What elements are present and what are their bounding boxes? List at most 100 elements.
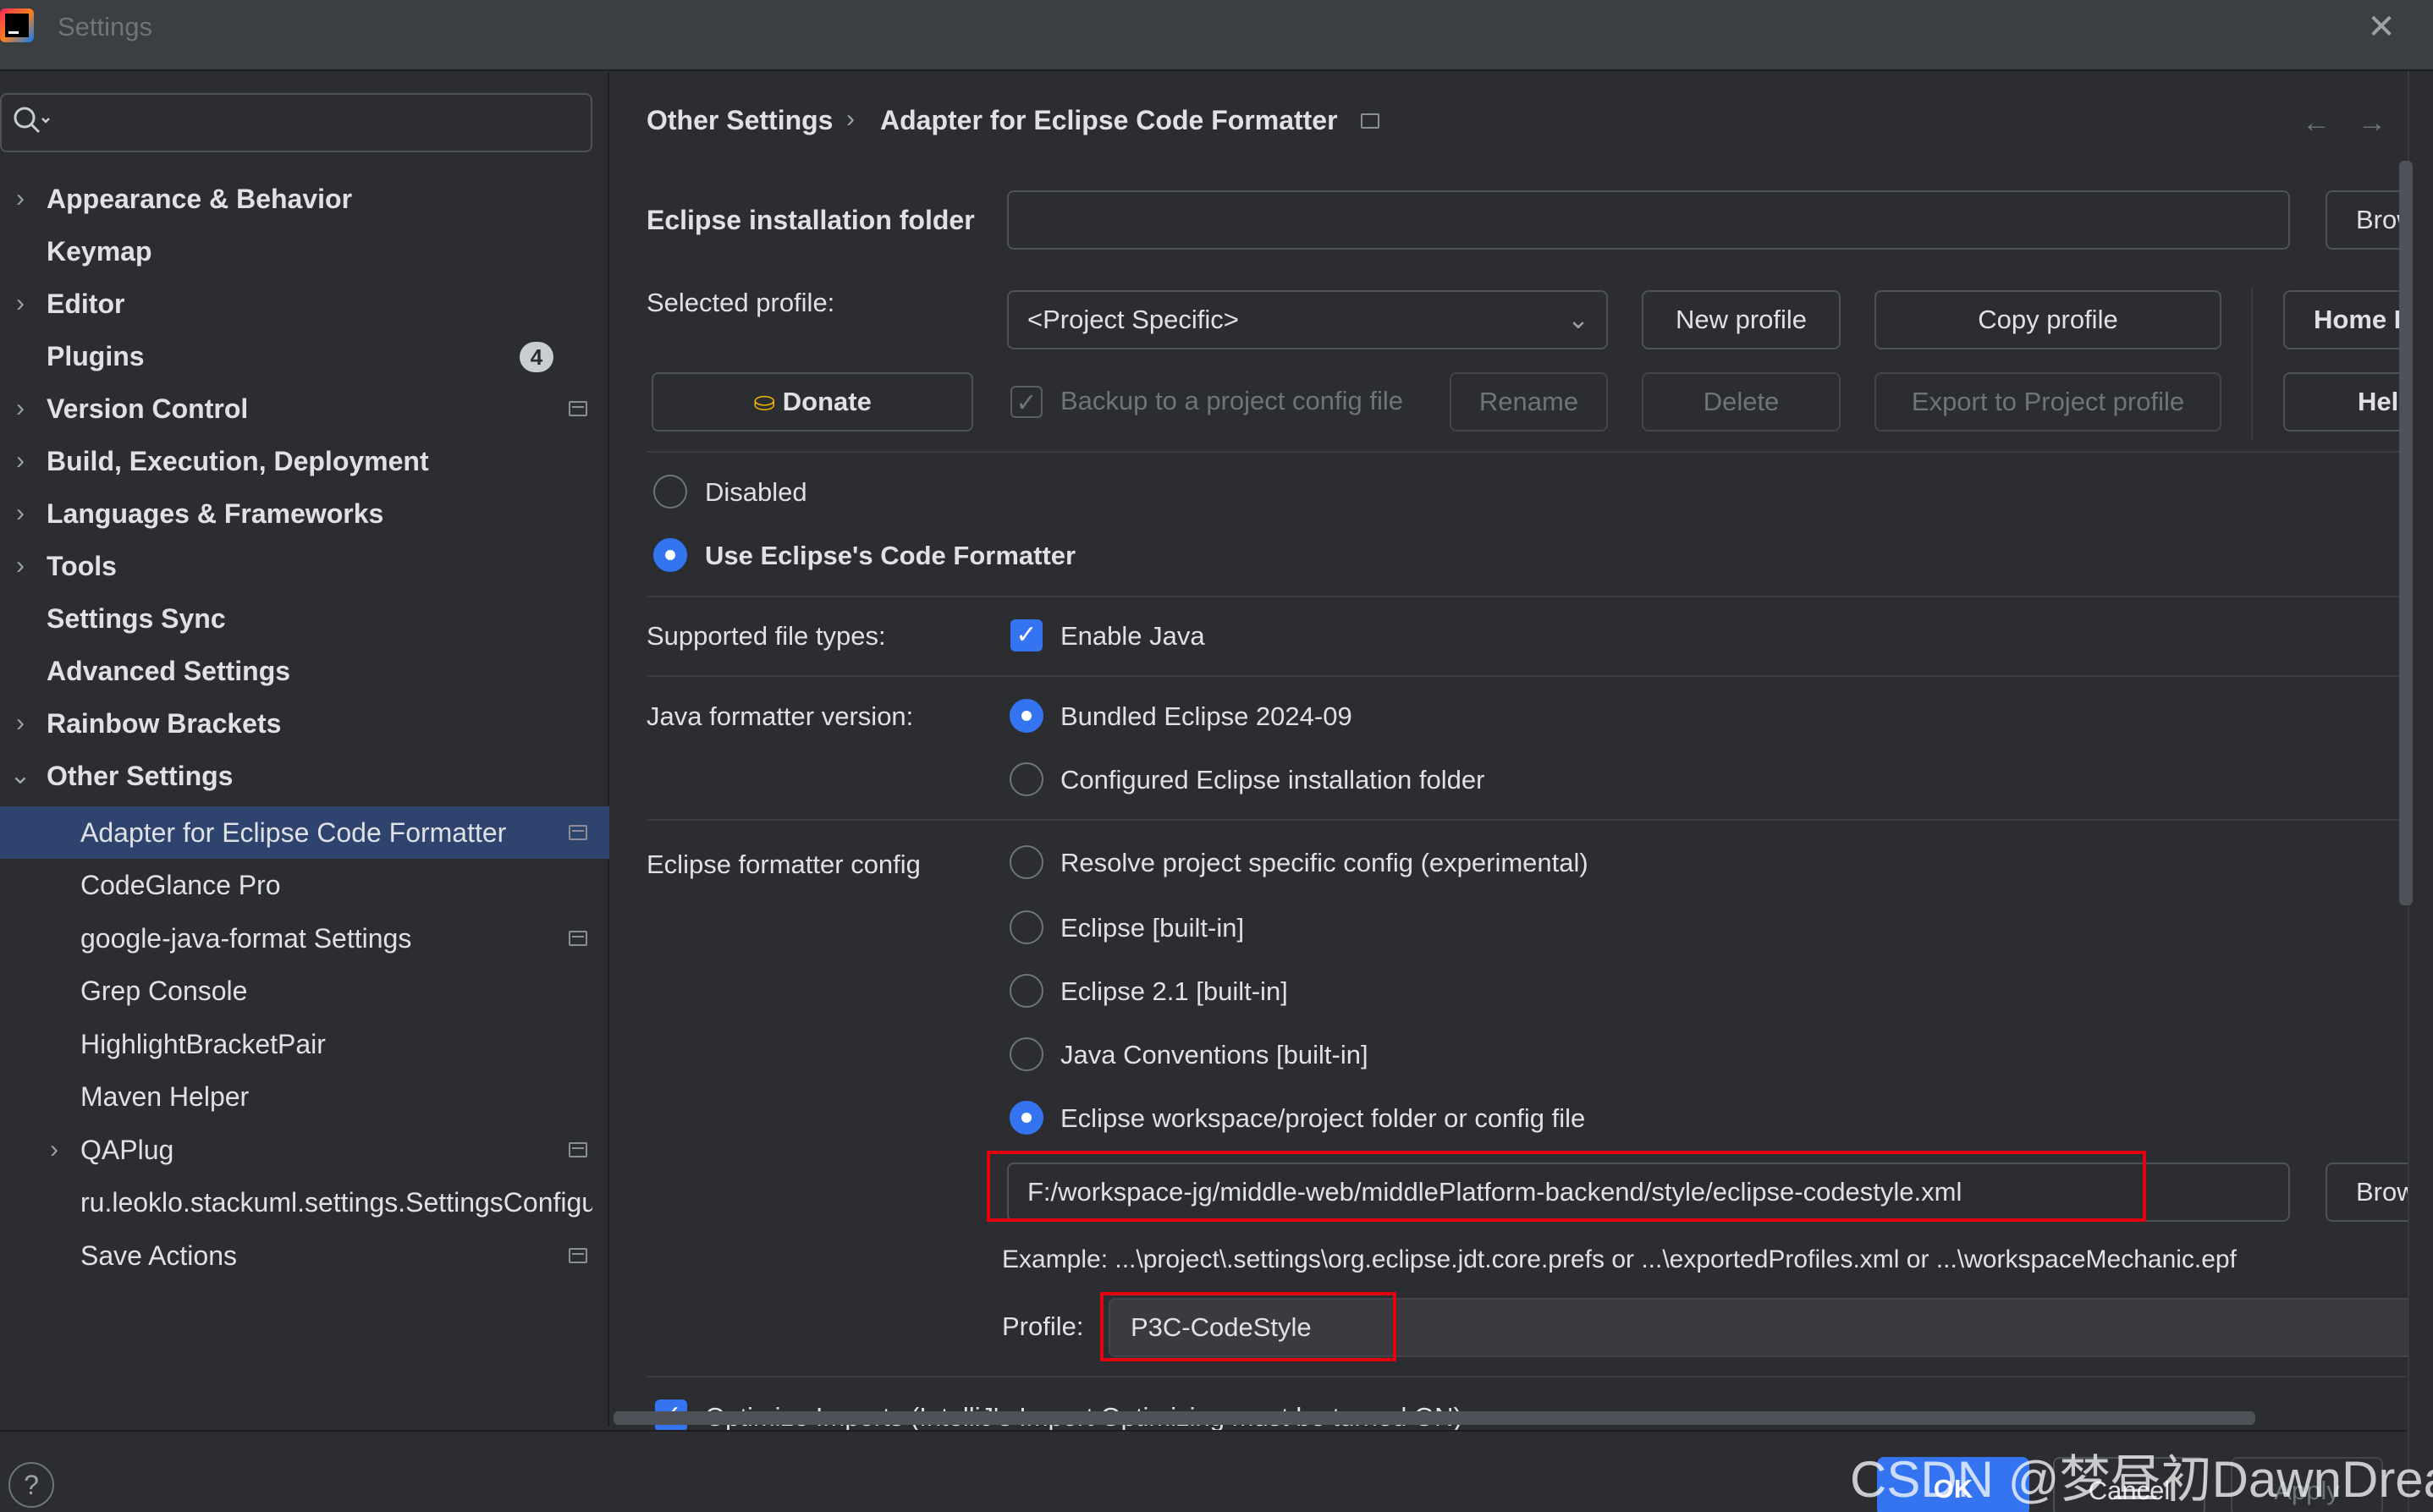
sidebar-item-plugins[interactable]: Plugins 4	[0, 330, 609, 382]
formatter-version-label: Java formatter version:	[647, 701, 914, 731]
sidebar-item-other-settings[interactable]: ⌄ Other Settings	[0, 750, 609, 802]
install-folder-label: Eclipse installation folder	[647, 205, 975, 235]
new-profile-button[interactable]: New profile	[1642, 290, 1841, 349]
plugins-update-badge: 4	[520, 342, 553, 372]
chevron-right-icon: ›	[16, 499, 25, 527]
config-example-text: Example: ...\project\.settings\org.eclip…	[1002, 1245, 2237, 1273]
config-option-label: Resolve project specific config (experim…	[1060, 848, 1588, 877]
search-icon	[12, 105, 51, 139]
chevron-right-icon: ›	[16, 184, 25, 212]
disabled-radio[interactable]	[653, 475, 687, 509]
profile-select[interactable]: <Project Specific> ⌄	[1007, 290, 1608, 349]
chevron-right-icon: ›	[50, 1135, 58, 1163]
sidebar-item-highlight-bracket-pair[interactable]: HighlightBracketPair	[0, 1018, 609, 1070]
breadcrumb-separator: ›	[846, 105, 855, 133]
sidebar-item-maven-helper[interactable]: Maven Helper	[0, 1070, 609, 1123]
project-level-icon	[569, 931, 587, 946]
backup-checkbox[interactable]: ✓	[1010, 386, 1043, 418]
highlight-box	[987, 1151, 2146, 1222]
export-profile-button[interactable]: Export to Project profile	[1874, 372, 2221, 432]
section-divider	[647, 675, 2407, 677]
config-path-browse-button[interactable]: Brow	[2326, 1163, 2419, 1222]
help-icon[interactable]: ?	[8, 1462, 54, 1508]
config-option-radio[interactable]	[1010, 910, 1043, 944]
formatter-config-label: Eclipse formatter config	[647, 849, 921, 879]
configured-folder-label: Configured Eclipse installation folder	[1060, 765, 1485, 794]
section-divider	[647, 596, 2407, 597]
window-title: Settings	[58, 12, 153, 41]
config-option-label: Eclipse 2.1 [built-in]	[1060, 976, 1288, 1006]
vertical-scrollbar[interactable]	[2399, 161, 2413, 905]
install-folder-input[interactable]	[1007, 190, 2290, 250]
backup-label: Backup to a project config file	[1060, 386, 1403, 415]
intellij-logo-icon	[0, 8, 34, 42]
sidebar-item-tools[interactable]: › Tools	[0, 540, 609, 592]
toolbar-divider	[2251, 288, 2253, 440]
chevron-right-icon: ›	[16, 289, 25, 317]
sidebar-item-save-actions[interactable]: Save Actions	[0, 1229, 609, 1282]
section-divider	[647, 451, 2407, 453]
highlight-box	[1100, 1292, 1396, 1361]
chevron-right-icon: ›	[16, 447, 25, 475]
use-eclipse-label: Use Eclipse's Code Formatter	[705, 541, 1076, 570]
back-arrow-icon[interactable]: ←	[2302, 107, 2331, 140]
config-option-label: Eclipse workspace/project folder or conf…	[1060, 1103, 1586, 1133]
sidebar-item-appearance[interactable]: › Appearance & Behavior	[0, 173, 609, 225]
config-option-radio[interactable]	[1010, 1037, 1043, 1071]
chevron-down-icon: ⌄	[9, 761, 31, 789]
config-option-radio[interactable]	[1010, 845, 1043, 879]
delete-button[interactable]: Delete	[1642, 372, 1841, 432]
config-option-label: Eclipse [built-in]	[1060, 913, 1245, 943]
project-level-icon	[569, 1248, 587, 1263]
project-level-icon	[569, 825, 587, 840]
project-level-icon	[1361, 113, 1379, 129]
rename-button[interactable]: Rename	[1450, 372, 1608, 432]
forward-arrow-icon[interactable]: →	[2358, 107, 2386, 140]
config-option-label: Java Conventions [built-in]	[1060, 1040, 1368, 1069]
project-level-icon	[569, 401, 587, 416]
enable-java-label: Enable Java	[1060, 621, 1205, 651]
sidebar-item-codeglance[interactable]: CodeGlance Pro	[0, 859, 609, 911]
sidebar-item-google-java-format[interactable]: google-java-format Settings	[0, 912, 609, 965]
settings-search-input[interactable]	[0, 93, 592, 152]
sidebar-item-languages[interactable]: › Languages & Frameworks	[0, 487, 609, 540]
copy-profile-button[interactable]: Copy profile	[1874, 290, 2221, 349]
chevron-right-icon: ›	[16, 552, 25, 580]
chevron-right-icon: ›	[16, 709, 25, 737]
donate-button[interactable]: ⛀ Donate	[652, 372, 973, 432]
watermark: CSDN @梦昼初DawnDream	[1850, 1451, 2433, 1508]
sidebar-item-settings-sync[interactable]: Settings Sync	[0, 592, 609, 645]
sidebar-item-rainbow-brackets[interactable]: › Rainbow Brackets	[0, 697, 609, 750]
coin-icon: ⛀	[753, 387, 783, 416]
sidebar-item-stackuml[interactable]: ru.leoklo.stackuml.settings.SettingsConf…	[0, 1176, 592, 1229]
sidebar-item-eclipse-formatter[interactable]: Adapter for Eclipse Code Formatter	[0, 806, 609, 859]
use-eclipse-radio[interactable]	[653, 538, 687, 572]
sidebar-item-editor[interactable]: › Editor	[0, 278, 609, 330]
file-types-label: Supported file types:	[647, 621, 886, 651]
chevron-down-icon: ⌄	[1567, 305, 1589, 334]
enable-java-checkbox[interactable]: ✓	[1010, 619, 1043, 652]
config-option-radio[interactable]	[1010, 1101, 1043, 1135]
sidebar-item-version-control[interactable]: › Version Control	[0, 382, 609, 435]
sidebar-item-build[interactable]: › Build, Execution, Deployment	[0, 435, 609, 487]
project-level-icon	[569, 1142, 587, 1157]
title-bar	[0, 0, 2433, 71]
breadcrumb-current: Adapter for Eclipse Code Formatter	[880, 105, 1338, 135]
section-divider	[647, 1376, 2407, 1377]
bundled-eclipse-label: Bundled Eclipse 2024-09	[1060, 701, 1352, 731]
home-page-button[interactable]: Home P	[2283, 290, 2419, 349]
horizontal-scrollbar[interactable]	[614, 1411, 2255, 1425]
configured-folder-radio[interactable]	[1010, 762, 1043, 796]
selected-profile-label: Selected profile:	[647, 288, 835, 317]
profile-label: Profile:	[1002, 1311, 1084, 1341]
breadcrumb-parent[interactable]: Other Settings	[647, 105, 833, 136]
close-icon[interactable]: ✕	[2363, 8, 2400, 46]
help-button[interactable]: Help	[2283, 372, 2419, 432]
sidebar-item-advanced-settings[interactable]: Advanced Settings	[0, 645, 609, 697]
sidebar-item-keymap[interactable]: Keymap	[0, 225, 609, 278]
sidebar-item-grep-console[interactable]: Grep Console	[0, 965, 609, 1017]
sidebar-item-qaplug[interactable]: › QAPlug	[0, 1124, 609, 1176]
chevron-right-icon: ›	[16, 394, 25, 422]
config-option-radio[interactable]	[1010, 974, 1043, 1008]
bundled-eclipse-radio[interactable]	[1010, 699, 1043, 733]
